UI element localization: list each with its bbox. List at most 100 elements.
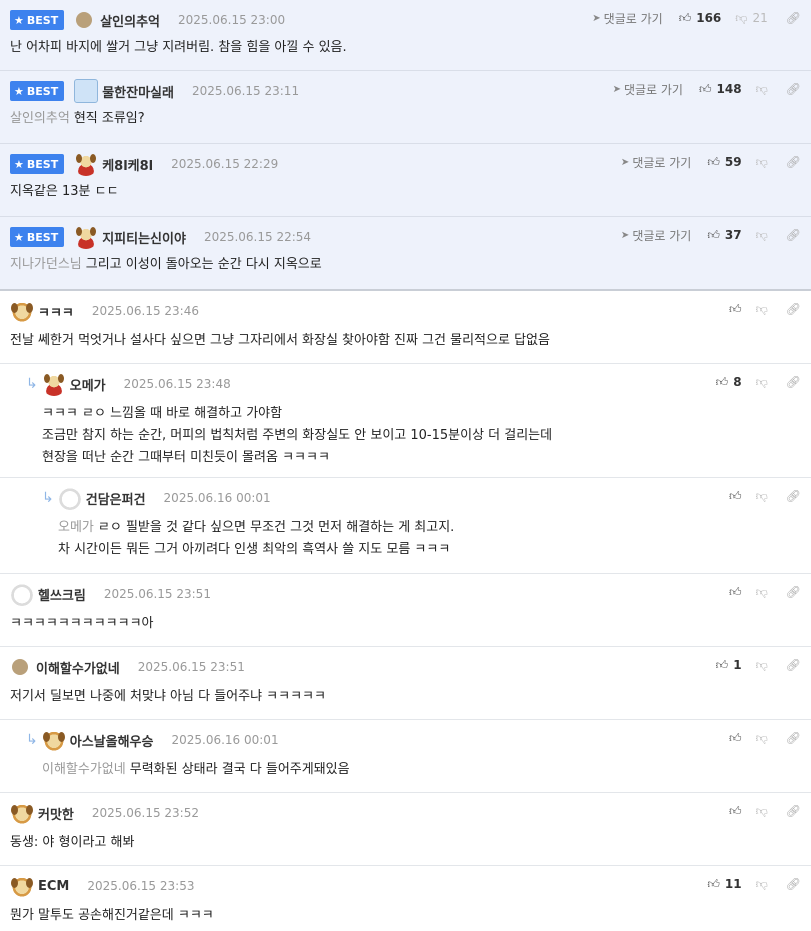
downvote-button[interactable]: 👎︎ [756,375,768,390]
share-link-icon[interactable]: 🔗︎ [786,585,801,599]
downvote-button[interactable]: 👎︎ [756,804,768,819]
thumbs-up-icon: 👍︎ [707,876,720,891]
share-link-icon[interactable]: 🔗︎ [786,302,801,316]
comment-line: 동생: 야 형이라고 해봐 [10,832,134,854]
share-link-icon[interactable]: 🔗︎ [786,877,801,891]
upvote-button[interactable]: 👍︎ 1 [716,658,742,673]
mentioned-user[interactable]: 이해할수가없네 [42,762,126,777]
downvote-button[interactable]: 👎︎ [756,489,768,504]
goto-comment-link[interactable]: ➤ 댓글로 가기 [621,227,691,244]
comment-body: 이해할수가없네 무력화된 상태라 결국 다 들어주게돼있음 [42,759,350,781]
downvote-button[interactable]: 👎︎ [756,731,768,746]
comment-line: 지옥같은 13분 ㄷㄷ [10,181,119,203]
comment-text: 무력화된 상태라 결국 다 들어주게돼있음 [129,762,350,777]
thumbs-up-icon: 👍︎ [715,374,729,389]
upvote-button[interactable]: 👍︎ [729,804,742,819]
comment-date: 2025.06.15 23:51 [137,660,245,674]
avatar[interactable] [12,659,28,675]
author-name[interactable]: 살인의추억 [100,11,160,30]
avatar[interactable] [74,225,99,249]
thumbs-up-icon: 👍︎ [729,803,742,818]
upvote-button[interactable]: 👍︎ 8 [716,375,742,390]
comment-date: 2025.06.15 23:48 [123,377,231,391]
goto-comment-link[interactable]: ➤ 댓글로 가기 [613,81,683,98]
avatar[interactable] [41,728,66,752]
reply-comment: ↳ 오메가 2025.06.15 23:48 👍︎ 8 👎︎ 🔗︎ ㅋㅋㅋ ㄹㅇ 느낌올 때 … [0,364,811,478]
thumbs-up-icon: 👍︎ [707,154,720,169]
share-link-icon[interactable]: 🔗︎ [786,375,801,389]
upvote-button[interactable]: 👍︎ [729,302,742,317]
share-link-icon[interactable]: 🔗︎ [786,228,801,242]
upvote-button[interactable]: 👍︎ [729,585,742,600]
avatar[interactable] [57,486,82,510]
upvote-button[interactable]: 👍︎ 148 [699,82,742,97]
goto-comment-link[interactable]: ➤ 댓글로 가기 [592,10,662,27]
avatar[interactable] [10,874,34,898]
goto-label: 댓글로 가기 [623,82,683,97]
upvote-button[interactable]: 👍︎ 166 [679,11,722,26]
comment-line: ㅋㅋㅋㅋㅋㅋㅋㅋㅋㅋㅋ아 [10,613,154,635]
author-name[interactable]: 건담은퍼건 [86,489,146,508]
downvote-button[interactable]: 👎︎ [756,658,768,673]
share-link-icon[interactable]: 🔗︎ [786,658,801,672]
send-arrow-icon: ➤ [592,12,601,24]
avatar[interactable] [76,12,93,28]
comment-actions: 👍︎ 1 👎︎ 🔗︎ [716,657,801,673]
author-name[interactable]: 물한잔마실래 [102,82,174,101]
avatar[interactable] [74,79,99,103]
upvote-button[interactable]: 👍︎ 59 [707,155,741,170]
share-link-icon[interactable]: 🔗︎ [786,731,801,745]
thumbs-down-icon: 👎︎ [755,227,768,242]
share-link-icon[interactable]: 🔗︎ [786,489,801,503]
comment-date: 2025.06.15 22:54 [203,230,312,244]
comment-list: ★ BEST 살인의추억 2025.06.15 23:00 ➤ 댓글로 가기 👍︎ 166 👎︎… [0,0,811,931]
upvote-button[interactable]: 👍︎ [729,489,742,504]
author-name[interactable]: 헬쓰크림 [38,585,86,604]
downvote-button[interactable]: 👎︎ [756,877,768,892]
author-name[interactable]: 오메가 [70,375,106,394]
comment-body: 저기서 딜보면 나중에 처맞냐 아님 다 들어주냐 ㅋㅋㅋㅋㅋ [10,686,326,708]
author-name[interactable]: ㅋㅋㅋ [38,302,74,321]
avatar[interactable] [10,801,34,825]
author-name[interactable]: 이해할수가없네 [36,658,120,677]
share-link-icon[interactable]: 🔗︎ [786,11,801,25]
comment-body: ㅋㅋㅋ ㄹㅇ 느낌올 때 바로 해결하고 가야함 조금만 참지 하는 순간, 머피… [42,403,552,469]
author-name[interactable]: 케8l케8l [102,155,153,174]
best-label: BEST [26,13,59,27]
goto-comment-link[interactable]: ➤ 댓글로 가기 [621,154,691,171]
upvote-count: 59 [724,155,742,169]
avatar[interactable] [41,372,66,396]
comment-actions: ➤ 댓글로 가기 👍︎ 148 👎︎ 🔗︎ [613,81,801,97]
comment-line: 살인의추억 현직 조류임? [10,108,145,130]
mentioned-user[interactable]: 살인의추억 [10,111,70,126]
comment-actions: ➤ 댓글로 가기 👍︎ 166 👎︎ 21 🔗︎ [592,10,801,26]
author-name[interactable]: 지피티는신이야 [102,228,186,247]
goto-label: 댓글로 가기 [603,11,663,26]
downvote-count: 21 [752,11,768,25]
downvote-button[interactable]: 👎︎ [756,228,768,243]
share-link-icon[interactable]: 🔗︎ [786,155,801,169]
author-name[interactable]: 아스날올해우승 [70,731,154,750]
downvote-button[interactable]: 👎︎ [756,585,768,600]
author-name[interactable]: ECM [38,879,69,894]
upvote-button[interactable]: 👍︎ [729,731,742,746]
share-link-icon[interactable]: 🔗︎ [786,82,801,96]
upvote-button[interactable]: 👍︎ 37 [707,228,741,243]
downvote-button[interactable]: 👎︎ 21 [735,11,767,26]
comment-text: 동생: 야 형이라고 해봐 [10,835,135,850]
send-arrow-icon: ➤ [620,156,630,168]
share-link-icon[interactable]: 🔗︎ [786,804,801,818]
downvote-button[interactable]: 👎︎ [756,82,768,97]
mentioned-user[interactable]: 오메가 [58,520,94,535]
avatar[interactable] [10,299,34,323]
author-name[interactable]: 커맛한 [38,804,74,823]
upvote-count: 1 [733,658,742,672]
avatar[interactable] [74,152,99,176]
downvote-button[interactable]: 👎︎ [756,155,768,170]
mentioned-user[interactable]: 지나가던스님 [10,257,82,272]
upvote-button[interactable]: 👍︎ 11 [707,877,741,892]
thumbs-up-icon: 👍︎ [729,488,742,503]
downvote-button[interactable]: 👎︎ [756,302,768,317]
comment-line: 현장을 떠난 순간 그때부터 미친듯이 몰려옴 ㅋㅋㅋㅋ [42,447,552,469]
avatar[interactable] [10,582,34,606]
